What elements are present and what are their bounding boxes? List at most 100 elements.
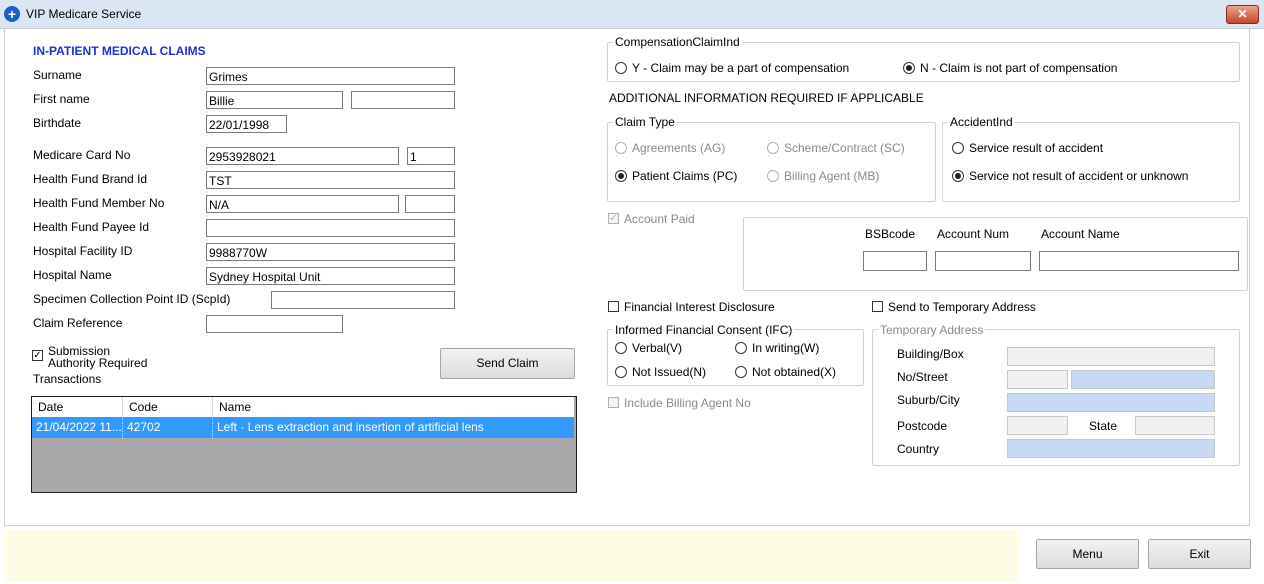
table-row[interactable]: 21/04/2022 11... 42702 Left - Lens extra… [32,417,574,438]
financial-interest-checkbox[interactable] [608,301,619,312]
accident-no-radio[interactable] [952,170,964,182]
ifc-not-issued-radio[interactable] [615,366,627,378]
window-title: VIP Medicare Service [26,7,142,21]
account-paid-checkbox[interactable]: ✓ [608,213,619,224]
include-billing-agent-label: Include Billing Agent No [624,396,751,410]
hf-payee-input[interactable] [206,219,455,237]
middle-name-input[interactable] [351,91,455,109]
compensation-group-title: CompensationClaimInd [613,35,742,49]
surname-input[interactable]: Grimes [206,67,455,85]
send-temp-address-checkbox[interactable] [872,301,883,312]
claim-ref-input[interactable] [206,315,343,333]
surname-label: Surname [33,68,82,82]
hospital-name-input[interactable]: Sydney Hospital Unit [206,267,455,285]
claim-type-mb-label: Billing Agent (MB) [784,169,880,183]
account-num-input[interactable] [935,251,1031,271]
specimen-label: Specimen Collection Point ID (ScpId) [33,292,231,306]
ifc-writing-label: In writing(W) [752,341,820,355]
bsb-input[interactable] [863,251,927,271]
title-bar [0,0,1264,29]
claim-type-ag-label: Agreements (AG) [632,141,726,155]
state-label: State [1089,419,1118,433]
hospital-facility-input[interactable]: 9988770W [206,243,455,261]
medicare-card-label: Medicare Card No [33,148,131,162]
comp-n-radio[interactable] [903,62,915,74]
ifc-not-obtained-radio[interactable] [735,366,747,378]
claim-type-pc-radio[interactable] [615,170,627,182]
claim-type-group [607,122,936,202]
grid-header: Date Code Name [32,397,574,418]
financial-interest-label: Financial Interest Disclosure [624,300,775,314]
account-name-label: Account Name [1041,227,1120,241]
bsb-label: BSBcode [865,227,916,241]
account-name-input[interactable] [1039,251,1239,271]
transactions-label: Transactions [33,372,102,386]
ifc-verbal-radio[interactable] [615,342,627,354]
claim-type-mb-radio[interactable] [767,170,779,182]
hf-brand-label: Health Fund Brand Id [33,172,148,186]
comp-n-label: N - Claim is not part of compensation [920,61,1118,75]
birthdate-input[interactable]: 22/01/1998 [206,115,287,133]
accident-group [942,122,1240,202]
building-label: Building/Box [897,347,964,361]
claim-type-sc-label: Scheme/Contract (SC) [784,141,905,155]
section-title: IN-PATIENT MEDICAL CLAIMS [33,44,206,58]
hf-brand-input[interactable]: TST [206,171,455,189]
exit-button[interactable]: Exit [1148,539,1251,569]
hf-payee-label: Health Fund Payee Id [33,220,150,234]
claim-type-ag-radio[interactable] [615,142,627,154]
first-name-input[interactable]: Billie [206,91,343,109]
send-claim-button[interactable]: Send Claim [440,348,575,379]
authority-required-label: Authority Required [48,356,148,370]
street-number-input[interactable] [1007,370,1068,389]
close-button[interactable]: ✕ [1226,5,1259,24]
specimen-input[interactable] [271,291,455,309]
state-input[interactable] [1135,416,1215,435]
column-header-code[interactable]: Code [123,397,213,417]
ifc-writing-radio[interactable] [735,342,747,354]
accident-yes-label: Service result of accident [969,141,1104,155]
row-code: 42702 [123,417,213,438]
row-name: Left - Lens extraction and insertion of … [217,420,484,434]
street-name-input[interactable] [1071,370,1215,389]
app-plus-icon: + [4,6,20,22]
claim-type-sc-radio[interactable] [767,142,779,154]
accident-yes-radio[interactable] [952,142,964,154]
ifc-verbal-label: Verbal(V) [632,341,683,355]
suburb-input[interactable] [1007,393,1215,412]
suburb-label: Suburb/City [897,393,960,407]
comp-y-label: Y - Claim may be a part of compensation [632,61,850,75]
transactions-grid[interactable]: Date Code Name 21/04/2022 11... 42702 Le… [31,396,577,493]
hospital-name-label: Hospital Name [33,268,112,282]
ifc-not-obtained-label: Not obtained(X) [752,365,837,379]
medicare-card-input[interactable]: 2953928021 [206,147,399,165]
additional-info-heading: ADDITIONAL INFORMATION REQUIRED IF APPLI… [609,91,924,105]
first-name-label: First name [33,92,90,106]
column-header-name[interactable]: Name [213,397,574,417]
hf-member-suffix-input[interactable] [405,195,455,213]
temp-address-group-title: Temporary Address [878,323,986,337]
building-input[interactable] [1007,347,1215,366]
street-label: No/Street [897,370,948,384]
claim-type-group-title: Claim Type [613,115,677,129]
medicare-irn-input[interactable]: 1 [407,147,455,165]
birthdate-label: Birthdate [33,116,82,130]
postcode-input[interactable] [1007,416,1068,435]
comp-y-radio[interactable] [615,62,627,74]
menu-button[interactable]: Menu [1036,539,1139,569]
hospital-facility-label: Hospital Facility ID [33,244,133,258]
accident-no-label: Service not result of accident or unknow… [969,169,1189,183]
ifc-group-title: Informed Financial Consent (IFC) [613,323,795,337]
country-label: Country [897,442,940,456]
send-temp-address-label: Send to Temporary Address [888,300,1036,314]
ifc-not-issued-label: Not Issued(N) [632,365,707,379]
include-billing-agent-checkbox[interactable] [608,397,619,408]
column-header-date[interactable]: Date [32,397,123,417]
row-date: 21/04/2022 11... [32,417,123,438]
account-paid-label: Account Paid [624,212,695,226]
claim-ref-label: Claim Reference [33,316,123,330]
claim-type-pc-label: Patient Claims (PC) [632,169,738,183]
country-input[interactable] [1007,439,1215,458]
submission-authority-checkbox[interactable]: ✓ [32,350,43,361]
hf-member-input[interactable]: N/A [206,195,399,213]
